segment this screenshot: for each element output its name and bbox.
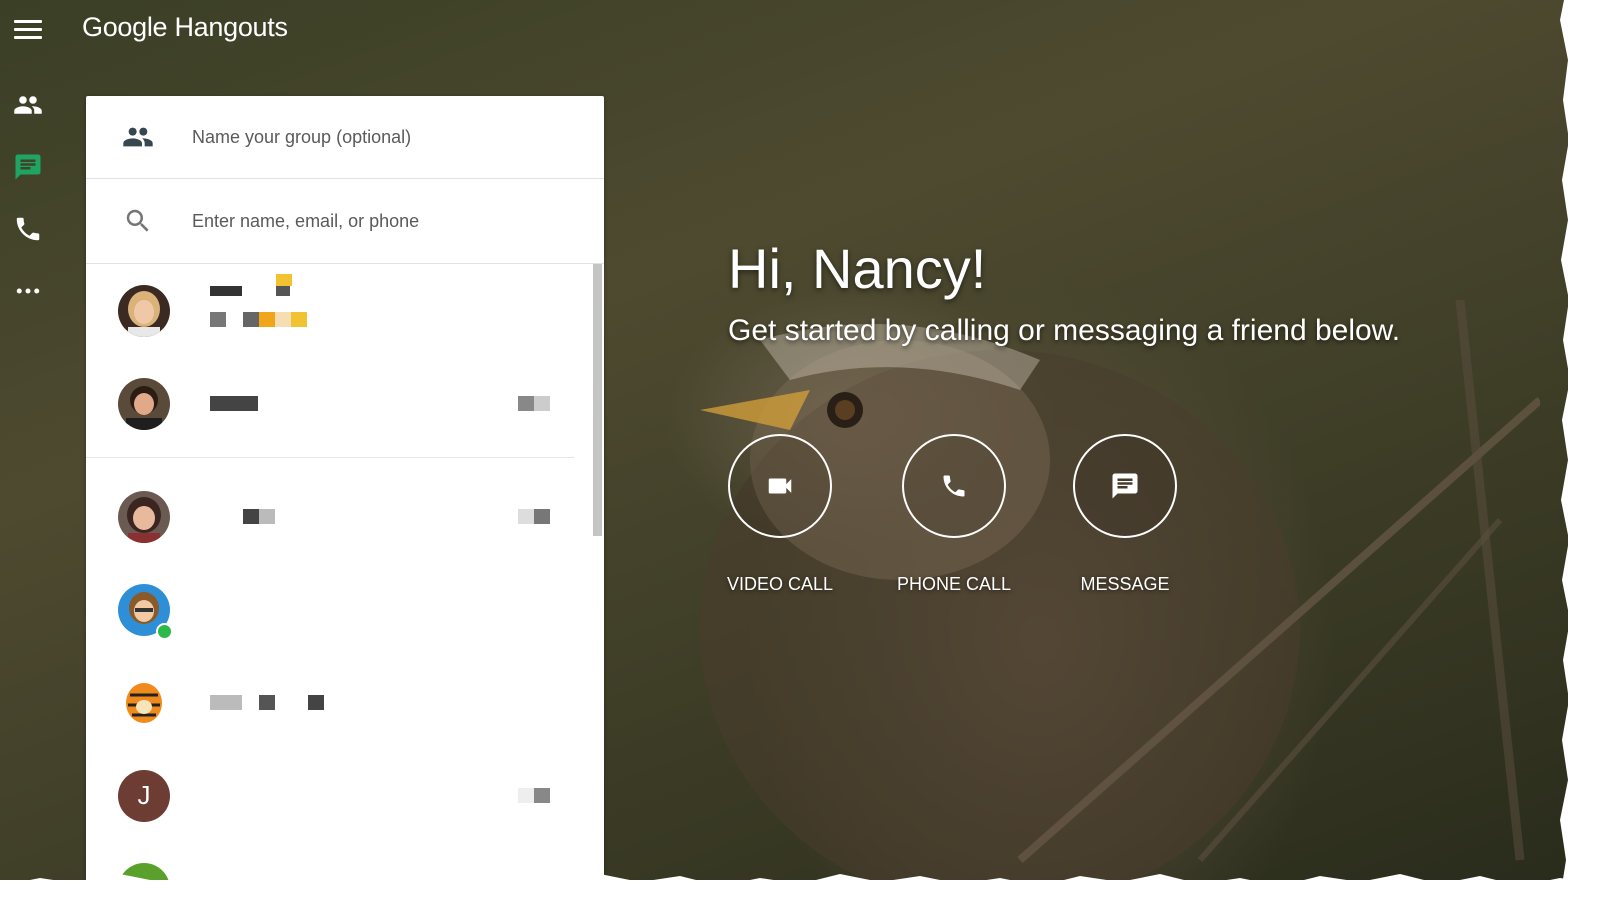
- more-icon: [16, 288, 40, 294]
- torn-edge-right: [1560, 0, 1600, 898]
- app-window: Google Hangouts Name your group (optiona…: [0, 0, 1568, 880]
- contact-item[interactable]: [86, 563, 604, 656]
- phone-calls-nav-button[interactable]: [13, 214, 45, 246]
- phone-icon: [16, 217, 40, 241]
- torn-edge-bottom: [0, 874, 1600, 898]
- greeting-title: Hi, Nancy!: [728, 237, 987, 300]
- video-call-label: VIDEO CALL: [726, 574, 834, 594]
- message-icon: [1112, 473, 1138, 499]
- more-nav-button[interactable]: [13, 276, 45, 308]
- new-conversation-panel: J: [86, 96, 604, 880]
- chat-icon: [15, 154, 41, 180]
- phone-icon: [943, 475, 965, 497]
- greeting-subtitle: Get started by calling or messaging a fr…: [728, 314, 1401, 347]
- contact-item[interactable]: [86, 656, 604, 749]
- contact-item[interactable]: J: [86, 749, 604, 842]
- online-status-indicator: [156, 623, 173, 640]
- letter-avatar: J: [118, 769, 170, 822]
- conversations-nav-button[interactable]: [13, 152, 45, 184]
- contact-item[interactable]: [86, 264, 604, 357]
- avatar: [118, 377, 170, 430]
- phone-call-label: PHONE CALL: [896, 574, 1012, 594]
- group-name-input[interactable]: [190, 125, 604, 149]
- avatar: [118, 676, 170, 729]
- video-camera-icon: [768, 478, 792, 494]
- contact-item[interactable]: [86, 470, 604, 563]
- contact-item[interactable]: [86, 357, 604, 450]
- contacts-icon: [14, 96, 42, 114]
- message-button[interactable]: MESSAGE: [1073, 434, 1177, 594]
- contact-search-input[interactable]: [190, 209, 604, 233]
- main-menu-button[interactable]: [14, 17, 42, 41]
- app-logo: Google Hangouts: [82, 12, 288, 42]
- message-label: MESSAGE: [1080, 574, 1170, 594]
- group-name-row: [86, 96, 604, 179]
- contact-list[interactable]: J: [86, 264, 604, 880]
- phone-call-button[interactable]: PHONE CALL: [897, 434, 1011, 594]
- video-call-button[interactable]: VIDEO CALL: [727, 434, 833, 594]
- avatar: [118, 284, 170, 337]
- search-row: [86, 179, 604, 264]
- search-icon: [126, 209, 149, 232]
- contacts-nav-button[interactable]: [13, 90, 45, 122]
- group-icon: [123, 127, 153, 147]
- avatar: [118, 490, 170, 543]
